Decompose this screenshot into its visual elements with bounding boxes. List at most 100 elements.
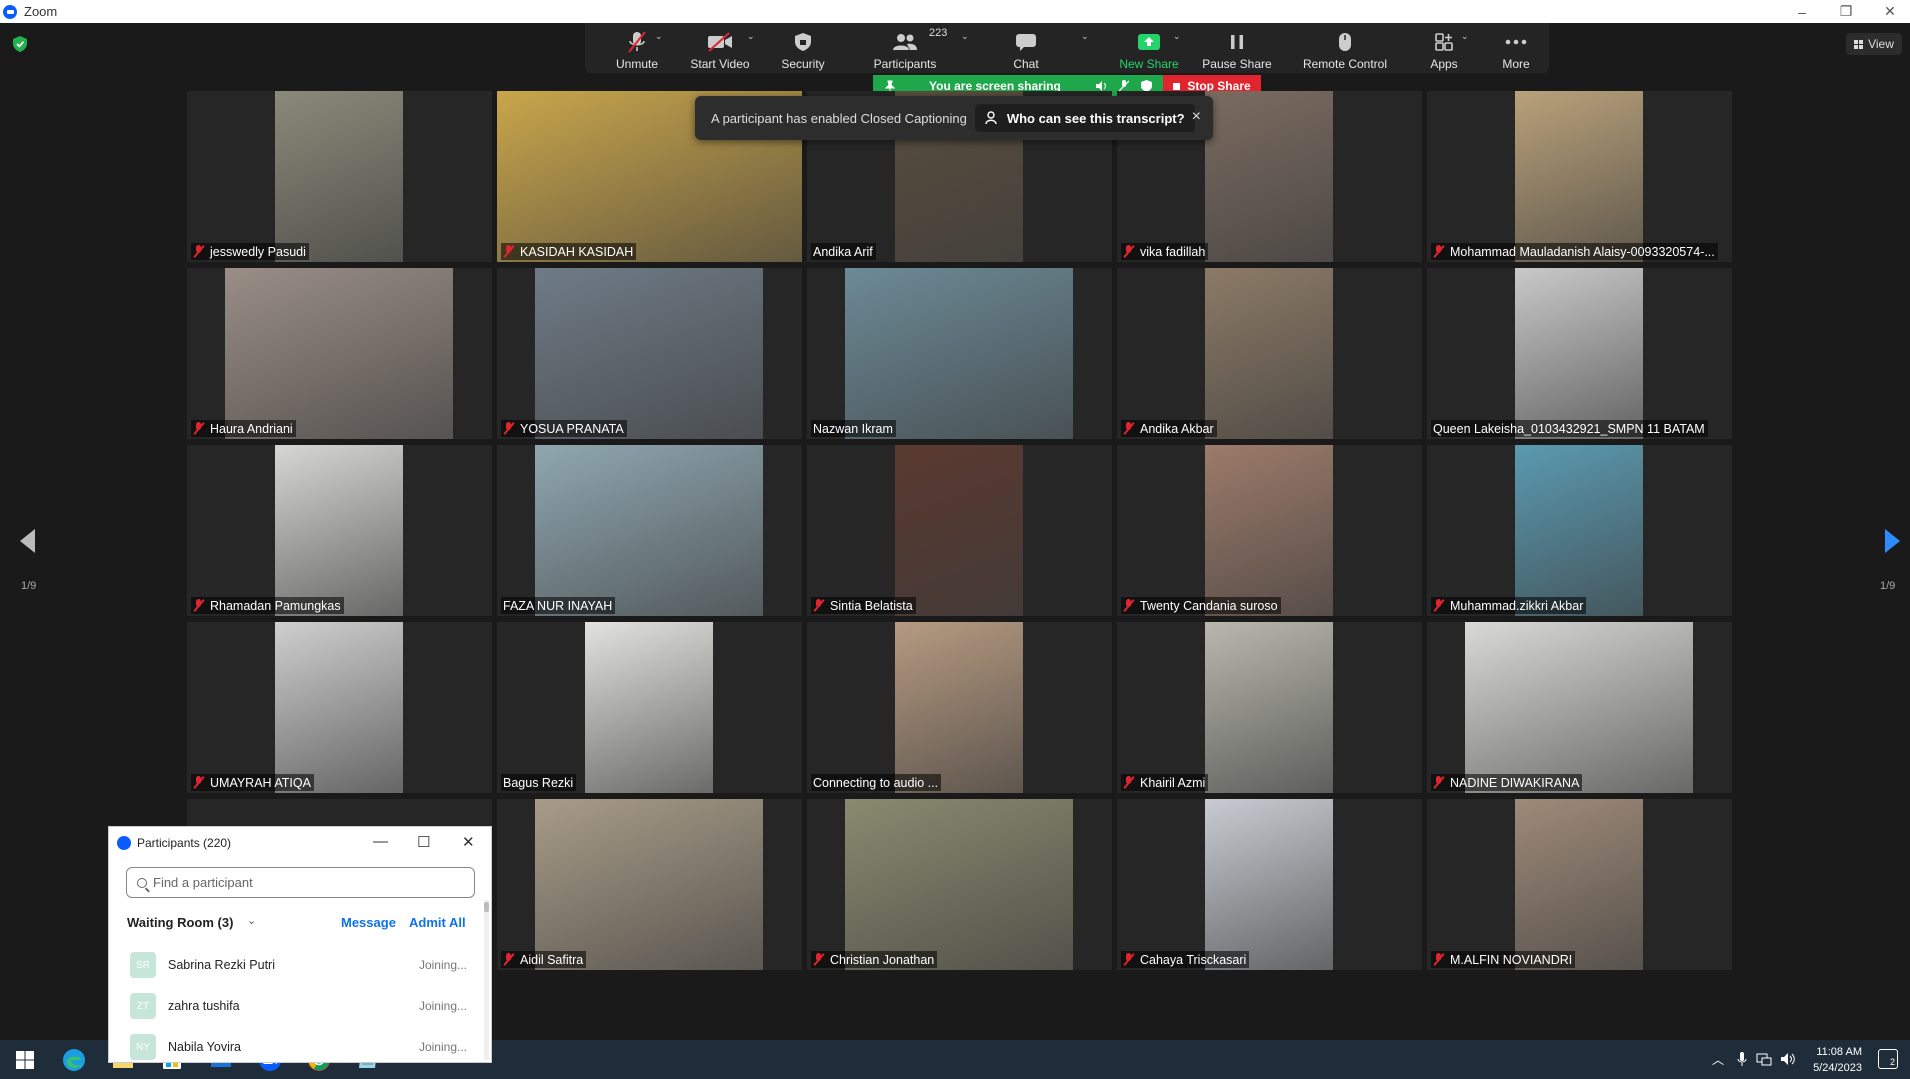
participant-video-tile[interactable]: jesswedly Pasudi <box>187 91 492 262</box>
mic-muted-icon <box>503 245 515 258</box>
mic-muted-icon <box>1433 599 1445 612</box>
participant-status: Joining... <box>418 958 467 972</box>
participant-video-tile[interactable]: Muhammad.zikkri Akbar <box>1427 445 1732 616</box>
more-dots-icon <box>1503 31 1529 53</box>
chat-button[interactable]: Chat <box>1001 27 1051 71</box>
zoom-logo-icon <box>117 836 131 850</box>
participant-name-label: M.ALFIN NOVIANDRI <box>1431 951 1576 968</box>
participant-video-tile[interactable]: M.ALFIN NOVIANDRI <box>1427 799 1732 970</box>
grid-view-icon <box>1854 39 1864 49</box>
video-feed <box>845 799 1073 970</box>
video-feed <box>535 799 763 970</box>
windows-start-icon[interactable] <box>12 1047 38 1073</box>
video-feed <box>275 91 403 262</box>
participant-video-tile[interactable]: Twenty Candania suroso <box>1117 445 1422 616</box>
clock-date: 5/24/2023 <box>1813 1062 1862 1074</box>
mic-muted-icon <box>813 599 825 612</box>
participant-name-label: Connecting to audio ... <box>811 774 942 791</box>
encryption-shield-icon[interactable] <box>13 36 27 52</box>
pause-share-button[interactable]: Pause Share <box>1197 27 1277 71</box>
chevron-down-icon[interactable]: ⌄ <box>1461 31 1469 42</box>
chevron-down-icon[interactable]: ⌄ <box>1081 31 1089 42</box>
mic-muted-icon <box>1123 245 1135 258</box>
previous-page-arrow-icon[interactable] <box>18 528 38 554</box>
page-indicator-left: 1/9 <box>21 580 37 592</box>
transcript-visibility-button[interactable]: Who can see this transcript? <box>974 104 1195 132</box>
waiting-room-label[interactable]: Waiting Room (3) <box>127 915 233 930</box>
chevron-up-icon[interactable]: ︿ <box>1712 1051 1724 1068</box>
waiting-participant-row[interactable]: ZT zahra tushifa Joining... <box>109 989 487 1023</box>
view-button[interactable]: View <box>1846 33 1902 55</box>
restore-icon[interactable]: ❐ <box>1824 0 1868 23</box>
mic-off-icon <box>624 31 650 53</box>
close-notification-icon[interactable]: × <box>1192 108 1201 126</box>
participant-video-tile[interactable]: Connecting to audio ... <box>807 622 1112 793</box>
mic-muted-icon <box>1123 953 1135 966</box>
remote-control-button[interactable]: Remote Control <box>1291 27 1399 71</box>
participant-video-tile[interactable]: UMAYRAH ATIQA <box>187 622 492 793</box>
volume-icon[interactable] <box>1780 1052 1796 1066</box>
participant-video-tile[interactable]: FAZA NUR INAYAH <box>497 445 802 616</box>
waiting-participant-row[interactable]: SR Sabrina Rezki Putri Joining... <box>109 948 487 982</box>
chat-icon <box>1013 31 1039 53</box>
participant-name: Connecting to audio ... <box>813 775 939 790</box>
participant-video-tile[interactable]: Christian Jonathan <box>807 799 1112 970</box>
participant-name: Mohammad Mauladanish Alaisy-0093320574-.… <box>1450 244 1715 259</box>
next-page-arrow-icon[interactable] <box>1882 528 1902 554</box>
participant-name-label: Aidil Safitra <box>501 951 587 968</box>
chevron-down-icon[interactable]: ⌄ <box>1173 31 1181 42</box>
participant-video-tile[interactable]: Queen Lakeisha_0103432921_SMPN 11 BATAM <box>1427 268 1732 439</box>
participant-video-tile[interactable]: Aidil Safitra <box>497 799 802 970</box>
minimize-panel-icon[interactable]: — <box>373 833 388 850</box>
chevron-down-icon[interactable]: ⌄ <box>747 31 755 42</box>
microphone-icon[interactable] <box>1736 1051 1748 1067</box>
participant-search-input[interactable]: Find a participant <box>126 867 475 898</box>
participant-name: jesswedly Pasudi <box>210 244 306 259</box>
participant-video-tile[interactable]: Mohammad Mauladanish Alaisy-0093320574-.… <box>1427 91 1732 262</box>
participant-name-label: Rhamadan Pamungkas <box>191 597 344 614</box>
participant-video-tile[interactable]: Bagus Rezki <box>497 622 802 793</box>
chevron-down-icon[interactable]: ⌄ <box>247 914 256 927</box>
mic-muted-icon <box>193 422 205 435</box>
participant-video-tile[interactable]: Rhamadan Pamungkas <box>187 445 492 616</box>
participant-video-tile[interactable]: Andika Akbar <box>1117 268 1422 439</box>
maximize-panel-icon[interactable]: ☐ <box>417 833 430 851</box>
participant-video-tile[interactable]: NADINE DIWAKIRANA <box>1427 622 1732 793</box>
participant-name: Khairil Azmi <box>1140 775 1206 790</box>
chevron-down-icon[interactable]: ⌄ <box>961 31 969 42</box>
mic-muted-icon <box>813 953 825 966</box>
start-video-button[interactable]: Start Video <box>685 27 755 71</box>
share-up-icon <box>1136 31 1162 53</box>
chevron-down-icon[interactable]: ⌄ <box>655 31 663 42</box>
minimize-icon[interactable]: – <box>1780 0 1824 23</box>
close-panel-icon[interactable]: ✕ <box>462 833 475 851</box>
video-feed <box>1205 268 1333 439</box>
participant-name-label: Twenty Candania suroso <box>1121 597 1281 614</box>
participant-name: M.ALFIN NOVIANDRI <box>1450 952 1573 967</box>
close-window-icon[interactable]: ✕ <box>1868 0 1910 23</box>
participant-video-tile[interactable]: Sintia Belatista <box>807 445 1112 616</box>
participant-name-label: jesswedly Pasudi <box>191 243 309 260</box>
mic-muted-icon <box>1123 422 1135 435</box>
participant-video-tile[interactable]: Khairil Azmi <box>1117 622 1422 793</box>
message-button[interactable]: Message <box>341 915 396 930</box>
participant-name-label: Sintia Belatista <box>811 597 916 614</box>
participant-name-label: Andika Akbar <box>1121 420 1217 437</box>
participant-video-tile[interactable]: Nazwan Ikram <box>807 268 1112 439</box>
more-button[interactable]: More <box>1493 27 1539 71</box>
admit-all-button[interactable]: Admit All <box>409 915 466 930</box>
edge-icon[interactable] <box>61 1047 87 1073</box>
participant-name-label: NADINE DIWAKIRANA <box>1431 774 1583 791</box>
participant-video-tile[interactable]: Haura Andriani <box>187 268 492 439</box>
security-button[interactable]: Security <box>773 27 833 71</box>
avatar: NY <box>130 1034 156 1060</box>
waiting-participant-row[interactable]: NY Nabila Yovira Joining... <box>109 1030 487 1064</box>
notification-center-icon[interactable]: 2 <box>1878 1049 1898 1069</box>
participant-video-tile[interactable]: YOSUA PRANATA <box>497 268 802 439</box>
network-icon[interactable] <box>1756 1052 1772 1066</box>
participant-video-tile[interactable]: Cahaya Trisckasari <box>1117 799 1422 970</box>
panel-scrollbar[interactable] <box>484 900 489 1060</box>
system-clock[interactable]: 11:08 AM 5/24/2023 <box>1813 1044 1862 1076</box>
apps-icon <box>1431 31 1457 53</box>
participant-status: Joining... <box>418 1040 467 1054</box>
